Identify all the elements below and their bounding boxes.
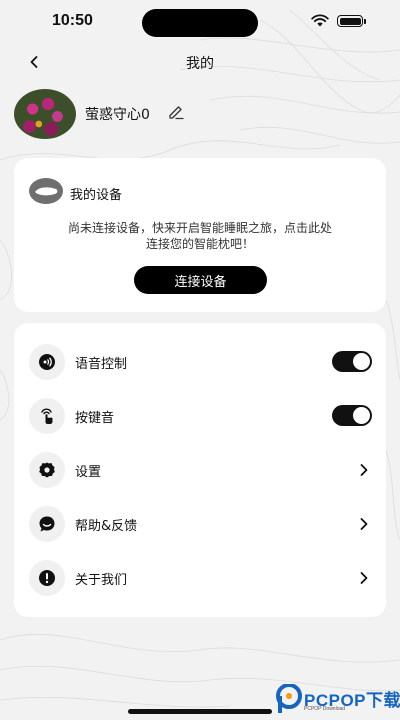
status-time: 10:50 [52, 12, 93, 29]
pencil-icon[interactable] [167, 103, 185, 121]
settings-row-help-feedback[interactable]: 帮助&反馈 [14, 502, 386, 546]
watermark: PCPOP下载 PCPOP Download [276, 683, 400, 717]
settings-row-label: 语音控制 [75, 357, 128, 372]
watermark-logo-icon [276, 684, 302, 713]
settings-row-label: 帮助&反馈 [75, 519, 138, 534]
username: 萤惑守心0 [85, 107, 150, 123]
device-pillow-icon [29, 178, 63, 204]
settings-row-voice-control[interactable]: 语音控制 [14, 340, 386, 384]
home-indicator[interactable] [128, 709, 272, 714]
settings-row-tap-sound[interactable]: 按键音 [14, 394, 386, 438]
toggle-knob [353, 353, 370, 370]
tap-sound-toggle[interactable] [332, 405, 372, 426]
chevron-right-icon [360, 518, 368, 530]
settings-card: 语音控制 按键音 设置 帮助&反馈 关于我们 [14, 323, 386, 617]
watermark-subtext: PCPOP Download [304, 706, 346, 712]
device-card: 我的设备 尚未连接设备，快来开启智能睡眠之旅，点击此处 连接您的智能枕吧！ 连接… [14, 158, 386, 312]
wifi-icon [311, 14, 329, 27]
chevron-right-icon [360, 572, 368, 584]
nav-header: 我的 [0, 44, 400, 80]
dynamic-island [142, 9, 258, 37]
toggle-knob [353, 407, 370, 424]
info-icon [29, 560, 65, 596]
connect-device-button[interactable]: 连接设备 [134, 266, 267, 294]
settings-row-about-us[interactable]: 关于我们 [14, 556, 386, 600]
gear-icon [29, 452, 65, 488]
avatar[interactable] [14, 89, 76, 139]
voice-control-icon [29, 344, 65, 380]
settings-row-label: 关于我们 [75, 573, 128, 588]
battery-tip [364, 19, 366, 24]
settings-row-label: 按键音 [75, 411, 115, 426]
device-card-description[interactable]: 尚未连接设备，快来开启智能睡眠之旅，点击此处 连接您的智能枕吧！ [14, 220, 386, 252]
tap-sound-icon [29, 398, 65, 434]
settings-row-settings[interactable]: 设置 [14, 448, 386, 492]
device-card-title: 我的设备 [70, 188, 123, 203]
page-title: 我的 [186, 56, 214, 72]
chat-icon [29, 506, 65, 542]
settings-row-label: 设置 [75, 465, 102, 480]
battery-icon [337, 15, 363, 27]
description-line-2: 连接您的智能枕吧！ [145, 237, 254, 251]
chevron-right-icon [360, 464, 368, 476]
status-bar: 10:50 [0, 0, 400, 44]
description-line-1: 尚未连接设备，快来开启智能睡眠之旅，点击此处 [67, 221, 332, 235]
voice-control-toggle[interactable] [332, 351, 372, 372]
